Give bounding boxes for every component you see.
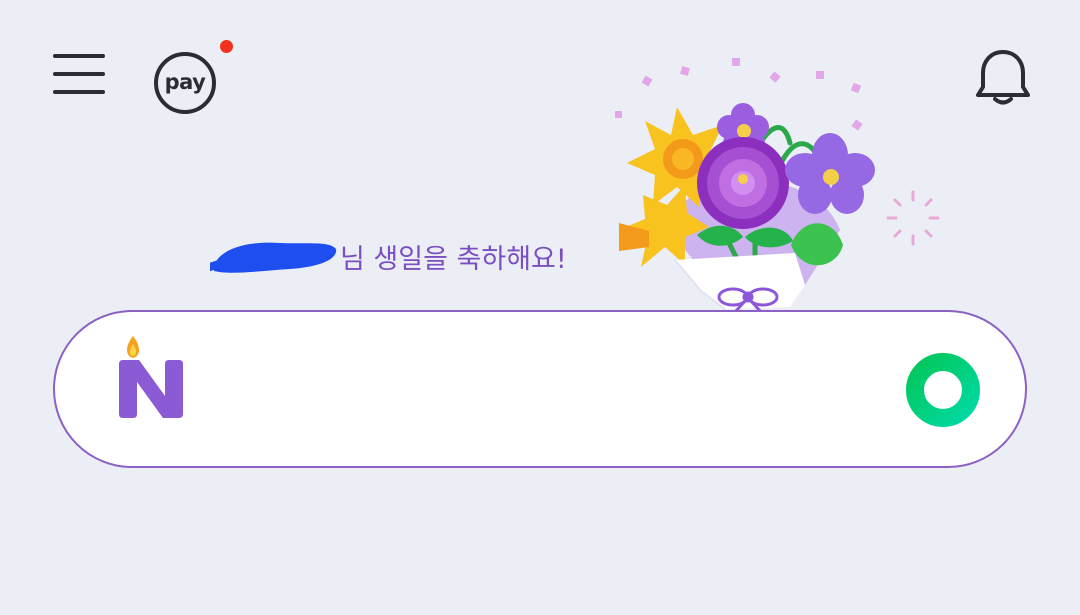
search-bar[interactable] (53, 310, 1027, 468)
pay-label: pay (164, 69, 206, 94)
pay-notification-dot (220, 40, 233, 53)
notification-button[interactable] (968, 40, 1038, 110)
green-search-button[interactable] (903, 350, 983, 430)
menu-button[interactable] (44, 44, 114, 104)
purple-dahlia (697, 137, 789, 229)
redacted-username (206, 237, 338, 275)
search-input[interactable] (195, 358, 879, 422)
pay-button[interactable]: pay (152, 40, 233, 114)
sparkle-lines (886, 190, 940, 246)
pay-icon: pay (154, 40, 233, 114)
birthday-doodle[interactable] (605, 55, 955, 314)
birthday-greeting: 님 생일을 축하해요! (206, 232, 567, 280)
green-search-ring-icon (906, 353, 980, 427)
bell-icon (976, 50, 1030, 105)
naver-n-birthday-candle-icon[interactable] (111, 332, 191, 428)
menu-icon-bar-top (53, 54, 105, 58)
greeting-text: 님 생일을 축하해요! (340, 243, 567, 275)
menu-icon-bar-bottom (53, 90, 105, 94)
flower-bouquet-icon (615, 58, 940, 314)
menu-icon-bar-middle (53, 72, 105, 76)
